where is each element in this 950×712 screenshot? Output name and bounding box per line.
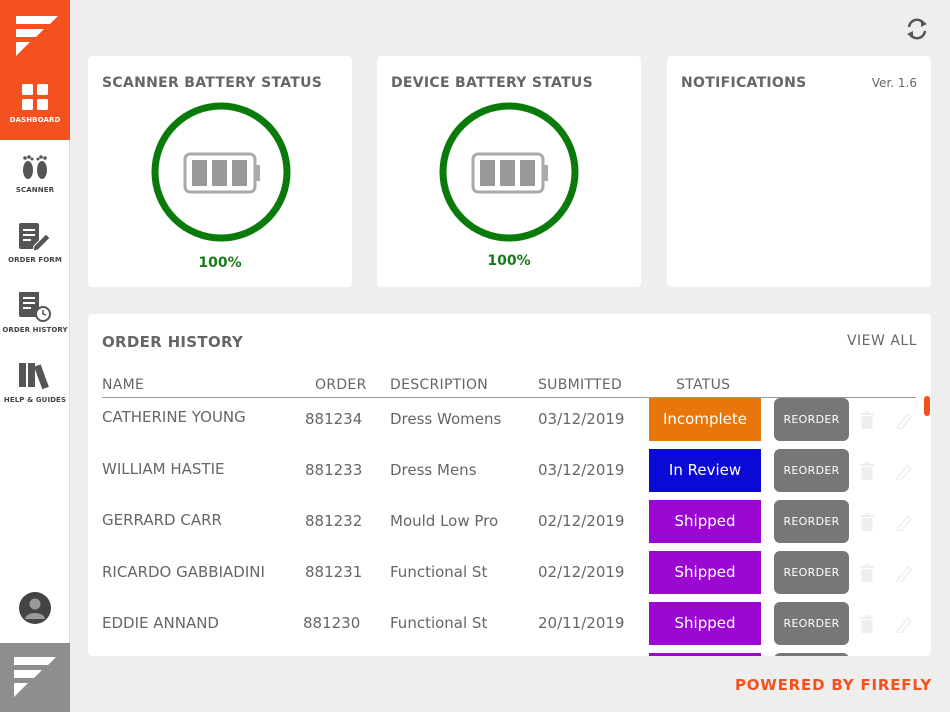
row-order: 881234	[305, 410, 363, 428]
order-history-title: ORDER HISTORY	[102, 333, 244, 351]
row-submitted: 03/12/2019	[538, 410, 625, 428]
column-header-status: STATUS	[676, 377, 731, 393]
document-edit-icon	[0, 222, 70, 256]
edit-pencil-icon[interactable]	[895, 615, 913, 634]
reorder-button-partial	[774, 653, 849, 656]
row-order: 881232	[305, 512, 363, 530]
row-submitted: 02/12/2019	[538, 512, 625, 530]
row-name: RICARDO GABBIADINI	[102, 563, 265, 581]
sidebar-item-label: HELP & GUIDES	[3, 396, 67, 404]
column-header-name: NAME	[102, 377, 145, 393]
scanner-battery-ring	[149, 100, 293, 244]
trash-icon[interactable]	[859, 411, 875, 429]
refresh-icon[interactable]	[902, 14, 932, 44]
trash-icon[interactable]	[859, 462, 875, 480]
order-history-card: ORDER HISTORY VIEW ALL NAME ORDER DESCRI…	[88, 314, 931, 656]
battery-icon	[471, 152, 548, 194]
battery-icon	[183, 152, 260, 194]
sidebar-item-order-history[interactable]: ORDER HISTORY	[0, 280, 70, 350]
device-battery-title: DEVICE BATTERY STATUS	[391, 75, 593, 91]
books-icon	[0, 362, 70, 396]
trash-icon[interactable]	[859, 564, 875, 582]
status-badge: Incomplete	[649, 398, 761, 441]
column-header-submitted: SUBMITTED	[538, 377, 623, 393]
row-order: 881230	[303, 614, 361, 632]
powered-by: POWERED BY FIREFLY	[734, 676, 932, 694]
sidebar-item-label: ORDER FORM	[8, 256, 62, 264]
row-order: 881231	[305, 563, 363, 581]
view-all-link[interactable]: VIEW ALL	[847, 333, 917, 349]
row-submitted: 02/12/2019	[538, 563, 625, 581]
status-badge: Shipped	[649, 500, 761, 543]
user-avatar-icon[interactable]	[19, 592, 51, 624]
reorder-button[interactable]: REORDER	[774, 551, 849, 594]
edit-pencil-icon[interactable]	[895, 411, 913, 430]
edit-pencil-icon[interactable]	[895, 564, 913, 583]
sidebar-item-scanner[interactable]: SCANNER	[0, 140, 70, 210]
reorder-button[interactable]: REORDER	[774, 602, 849, 645]
row-name: EDDIE ANNAND	[102, 614, 219, 632]
firefly-logo-icon	[0, 0, 70, 70]
notifications-title: NOTIFICATIONS	[681, 75, 807, 91]
status-badge-partial	[649, 653, 761, 656]
table-row[interactable]: RICARDO GABBIADINI 881231 Functional St …	[88, 551, 931, 602]
status-badge: In Review	[649, 449, 761, 492]
row-description: Dress Mens	[390, 461, 477, 479]
sidebar: DASHBOARD SCANNER ORDER FORM ORDER HISTO…	[0, 0, 70, 712]
sidebar-item-label: SCANNER	[15, 186, 55, 194]
scanner-battery-card: SCANNER BATTERY STATUS 100%	[88, 56, 352, 287]
sidebar-item-label: ORDER HISTORY	[2, 326, 68, 334]
status-badge: Shipped	[649, 551, 761, 594]
scanner-battery-percent: 100%	[198, 255, 242, 271]
device-battery-ring	[437, 100, 581, 244]
row-submitted: 03/12/2019	[538, 461, 625, 479]
column-header-order: ORDER	[315, 377, 367, 393]
app-version: Ver. 1.6	[871, 76, 917, 90]
footprints-icon	[0, 152, 70, 186]
device-battery-percent: 100%	[487, 253, 531, 269]
table-row[interactable]: WILLIAM HASTIE 881233 Dress Mens 03/12/2…	[88, 449, 931, 500]
sidebar-item-dashboard[interactable]: DASHBOARD	[0, 70, 70, 140]
scanner-battery-title: SCANNER BATTERY STATUS	[102, 75, 323, 91]
row-description: Functional St	[390, 614, 488, 632]
sidebar-item-help-guides[interactable]: HELP & GUIDES	[0, 350, 70, 420]
table-row[interactable]: CATHERINE YOUNG 881234 Dress Womens 03/1…	[88, 398, 931, 449]
dashboard-grid-icon	[0, 82, 70, 116]
trash-icon[interactable]	[859, 513, 875, 531]
row-submitted: 20/11/2019	[538, 614, 625, 632]
sidebar-item-label: DASHBOARD	[9, 116, 61, 124]
edit-pencil-icon[interactable]	[895, 513, 913, 532]
column-header-description: DESCRIPTION	[390, 377, 489, 393]
trash-icon[interactable]	[859, 615, 875, 633]
device-battery-card: DEVICE BATTERY STATUS 100%	[377, 56, 641, 287]
row-description: Mould Low Pro	[390, 512, 499, 530]
reorder-button[interactable]: REORDER	[774, 500, 849, 543]
row-name: WILLIAM HASTIE	[102, 460, 225, 478]
notifications-card: NOTIFICATIONS Ver. 1.6	[667, 56, 931, 287]
document-clock-icon	[0, 291, 70, 326]
firefly-logo-icon	[0, 643, 70, 712]
edit-pencil-icon[interactable]	[895, 462, 913, 481]
row-description: Dress Womens	[390, 410, 502, 428]
row-name: GERRARD CARR	[102, 511, 222, 529]
reorder-button[interactable]: REORDER	[774, 449, 849, 492]
table-row[interactable]: GERRARD CARR 881232 Mould Low Pro 02/12/…	[88, 500, 931, 551]
row-description: Functional St	[390, 563, 488, 581]
table-row[interactable]: EDDIE ANNAND 881230 Functional St 20/11/…	[88, 602, 931, 653]
status-badge: Shipped	[649, 602, 761, 645]
reorder-button[interactable]: REORDER	[774, 398, 849, 441]
row-order: 881233	[305, 461, 363, 479]
row-name: CATHERINE YOUNG	[102, 408, 246, 426]
sidebar-item-order-form[interactable]: ORDER FORM	[0, 210, 70, 280]
